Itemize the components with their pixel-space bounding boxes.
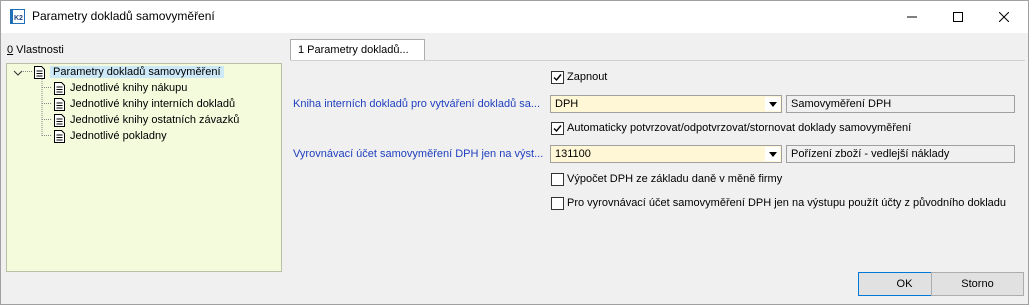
expand-chevron-icon bbox=[13, 70, 23, 76]
auto-label: Automaticky potvrzovat/odpotvrzovat/stor… bbox=[567, 122, 912, 134]
ucet-combo[interactable]: 131100 bbox=[550, 145, 782, 163]
tree-root-label: Parametry dokladů samovyměření bbox=[50, 66, 224, 78]
ok-label: OK bbox=[896, 278, 913, 290]
dropdown-arrow-icon[interactable] bbox=[765, 147, 780, 161]
zapnout-checkbox[interactable] bbox=[551, 71, 564, 84]
minimize-button[interactable] bbox=[889, 1, 935, 33]
tab-divider bbox=[290, 60, 1025, 61]
title-bar: K2 Parametry dokladů samovyměření bbox=[1, 1, 1028, 33]
vypocet-label: Výpočet DPH ze základu daně v měně firmy bbox=[567, 173, 783, 185]
checkmark-icon bbox=[553, 125, 562, 133]
tree-item-label: Jednotlivé knihy interních dokladů bbox=[70, 98, 236, 110]
close-button[interactable] bbox=[981, 1, 1027, 33]
checkmark-icon bbox=[553, 74, 562, 82]
document-icon bbox=[54, 81, 65, 95]
dialog-window: K2 Parametry dokladů samovyměření 0 Vlas… bbox=[0, 0, 1029, 305]
properties-tree: Parametry dokladů samovyměření Jednotliv… bbox=[6, 63, 282, 272]
auto-checkbox[interactable] bbox=[551, 122, 564, 135]
document-icon bbox=[54, 113, 65, 127]
kniha-description-text: Samovyměření DPH bbox=[791, 98, 892, 110]
maximize-icon bbox=[953, 12, 963, 22]
window-title: Parametry dokladů samovyměření bbox=[32, 9, 215, 23]
tree-item-pokladny[interactable]: Jednotlivé pokladny bbox=[54, 128, 167, 144]
minimize-icon bbox=[907, 16, 917, 18]
close-icon bbox=[999, 12, 1009, 22]
tab-label: 1 Parametry dokladů... bbox=[298, 44, 409, 56]
kniha-label: Kniha interních dokladů pro vytváření do… bbox=[293, 98, 541, 110]
puvodni-label: Pro vyrovnávací účet samovyměření DPH je… bbox=[567, 197, 1007, 209]
tree-item-label: Jednotlivé knihy ostatních závazků bbox=[70, 114, 240, 126]
ucet-label: Vyrovnávací účet samovyměření DPH jen na… bbox=[293, 148, 544, 160]
ucet-value: 131100 bbox=[555, 148, 591, 160]
document-icon bbox=[34, 65, 45, 79]
dropdown-arrow-icon[interactable] bbox=[765, 97, 780, 111]
document-icon bbox=[54, 97, 65, 111]
k2-app-icon: K2 bbox=[10, 9, 25, 24]
properties-panel-label: 0 Vlastnosti bbox=[7, 44, 64, 56]
ucet-description-text: Pořízení zboží - vedlejší náklady bbox=[791, 148, 950, 160]
vypocet-checkbox[interactable] bbox=[551, 173, 564, 186]
tree-item-root[interactable]: Parametry dokladů samovyměření bbox=[34, 64, 224, 80]
zapnout-label: Zapnout bbox=[567, 71, 608, 83]
tab-parametry[interactable]: 1 Parametry dokladů... bbox=[290, 39, 425, 61]
kniha-value: DPH bbox=[555, 98, 579, 110]
storno-label: Storno bbox=[961, 278, 994, 290]
document-icon bbox=[54, 129, 65, 143]
tree-item-label: Jednotlivé knihy nákupu bbox=[70, 82, 188, 94]
tree-item-knihy-nakupu[interactable]: Jednotlivé knihy nákupu bbox=[54, 80, 187, 96]
tree-item-knihy-ostatnich[interactable]: Jednotlivé knihy ostatních závazků bbox=[54, 112, 239, 128]
tree-item-label: Jednotlivé pokladny bbox=[70, 130, 167, 142]
svg-text:K2: K2 bbox=[14, 15, 23, 22]
maximize-button[interactable] bbox=[935, 1, 981, 33]
properties-label: Vlastnosti bbox=[13, 44, 64, 56]
kniha-combo[interactable]: DPH bbox=[550, 95, 782, 113]
puvodni-checkbox[interactable] bbox=[551, 197, 564, 210]
storno-button[interactable]: Storno bbox=[931, 272, 1024, 296]
ucet-description: Pořízení zboží - vedlejší náklady bbox=[786, 145, 1015, 163]
tree-item-knihy-internich[interactable]: Jednotlivé knihy interních dokladů bbox=[54, 96, 235, 112]
kniha-description: Samovyměření DPH bbox=[786, 95, 1015, 113]
